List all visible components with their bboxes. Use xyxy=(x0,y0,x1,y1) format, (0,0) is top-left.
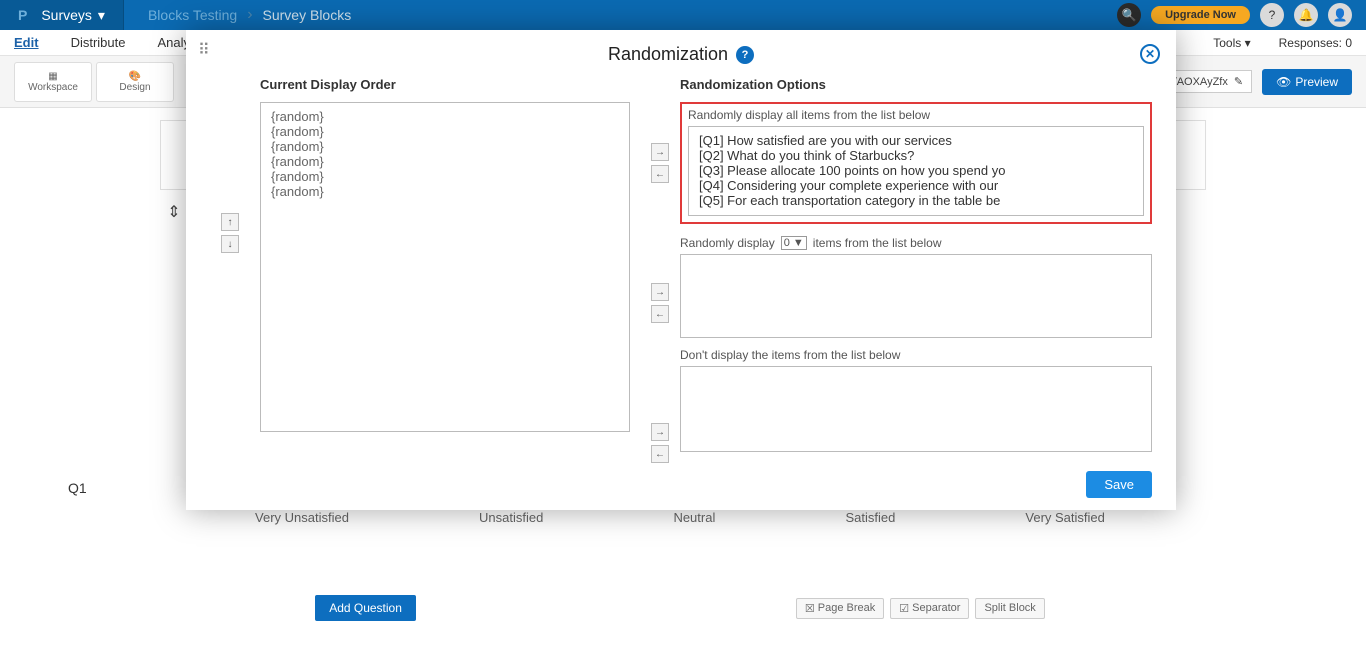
list-item[interactable]: [Q2] What do you think of Starbucks? xyxy=(699,148,1133,163)
nav-tools[interactable]: Tools ▾ xyxy=(1213,36,1250,50)
count-label-a: Randomly display xyxy=(680,236,775,250)
page-break-button[interactable]: ☒Page Break xyxy=(796,598,884,619)
list-item[interactable]: [Q1] How satisfied are you with our serv… xyxy=(699,133,1133,148)
help-icon[interactable]: ? xyxy=(1260,3,1284,27)
chevron-right-icon: › xyxy=(247,6,252,24)
satisfaction-scale: Very Unsatisfied Unsatisfied Neutral Sat… xyxy=(160,510,1200,525)
top-bar: P Surveys ▾ Blocks Testing › Survey Bloc… xyxy=(0,0,1366,30)
logo-icon: P xyxy=(18,7,27,23)
question-id-label: Q1 xyxy=(68,480,87,496)
breadcrumb-current: Survey Blocks xyxy=(263,7,352,23)
responses-count: Responses: 0 xyxy=(1279,36,1352,50)
bell-icon[interactable]: 🔔 xyxy=(1294,3,1318,27)
list-item[interactable]: [Q5] For each transportation category in… xyxy=(699,193,1133,208)
search-icon[interactable]: 🔍 xyxy=(1117,3,1141,27)
breadcrumb-project[interactable]: Blocks Testing xyxy=(148,7,237,23)
save-button[interactable]: Save xyxy=(1086,471,1152,498)
remove-from-all-button[interactable]: ← xyxy=(651,165,669,183)
randomization-modal: ⠿ ✕ Randomization ? ↑ ↓ Current Display … xyxy=(186,30,1176,510)
display-order-title: Current Display Order xyxy=(260,77,630,92)
collapse-toggle[interactable]: ⇕ xyxy=(160,202,188,222)
count-label-b: items from the list below xyxy=(813,236,942,250)
hidden-items-list[interactable] xyxy=(680,366,1152,452)
add-to-all-button[interactable]: → xyxy=(651,143,669,161)
surveys-label: Surveys xyxy=(41,7,92,23)
count-items-list[interactable] xyxy=(680,254,1152,338)
palette-icon: 🎨 xyxy=(129,71,141,82)
help-icon[interactable]: ? xyxy=(736,46,754,64)
move-up-button[interactable]: ↑ xyxy=(221,213,239,231)
avatar[interactable]: 👤 xyxy=(1328,3,1352,27)
add-question-button[interactable]: Add Question xyxy=(315,595,416,621)
upgrade-button[interactable]: Upgrade Now xyxy=(1151,6,1250,24)
workspace-button[interactable]: ▦ Workspace xyxy=(14,62,92,102)
separator-button[interactable]: ☑Separator xyxy=(890,598,969,619)
remove-from-hidden-button[interactable]: ← xyxy=(651,445,669,463)
all-items-list[interactable]: [Q1] How satisfied are you with our serv… xyxy=(688,126,1144,216)
dont-display-label: Don't display the items from the list be… xyxy=(680,348,1152,362)
modal-title: Randomization xyxy=(608,44,728,65)
move-down-button[interactable]: ↓ xyxy=(221,235,239,253)
list-item[interactable]: [Q4] Considering your complete experienc… xyxy=(699,178,1133,193)
surveys-dropdown[interactable]: P Surveys ▾ xyxy=(0,0,124,30)
add-to-count-button[interactable]: → xyxy=(651,283,669,301)
nav-edit[interactable]: Edit xyxy=(14,35,39,50)
drag-handle-icon[interactable]: ⠿ xyxy=(198,40,206,60)
pencil-icon[interactable]: ✎ xyxy=(1234,75,1243,88)
chevron-down-icon: ▾ xyxy=(98,7,105,24)
add-to-hidden-button[interactable]: → xyxy=(651,423,669,441)
display-order-list[interactable]: {random} {random} {random} {random} {ran… xyxy=(260,102,630,432)
preview-button[interactable]: 👁 Preview xyxy=(1262,69,1352,95)
grid-icon: ▦ xyxy=(48,71,57,82)
list-item[interactable]: [Q3] Please allocate 100 points on how y… xyxy=(699,163,1133,178)
remove-from-count-button[interactable]: ← xyxy=(651,305,669,323)
options-title: Randomization Options xyxy=(680,77,1152,92)
eye-icon: 👁 xyxy=(1276,75,1291,89)
close-icon[interactable]: ✕ xyxy=(1140,44,1160,64)
count-select[interactable]: 0 ▼ xyxy=(781,236,807,250)
highlighted-section: Randomly display all items from the list… xyxy=(680,102,1152,224)
nav-distribute[interactable]: Distribute xyxy=(71,35,126,50)
split-block-button[interactable]: Split Block xyxy=(975,598,1044,619)
all-items-label: Randomly display all items from the list… xyxy=(688,108,1144,122)
design-button[interactable]: 🎨 Design xyxy=(96,62,174,102)
